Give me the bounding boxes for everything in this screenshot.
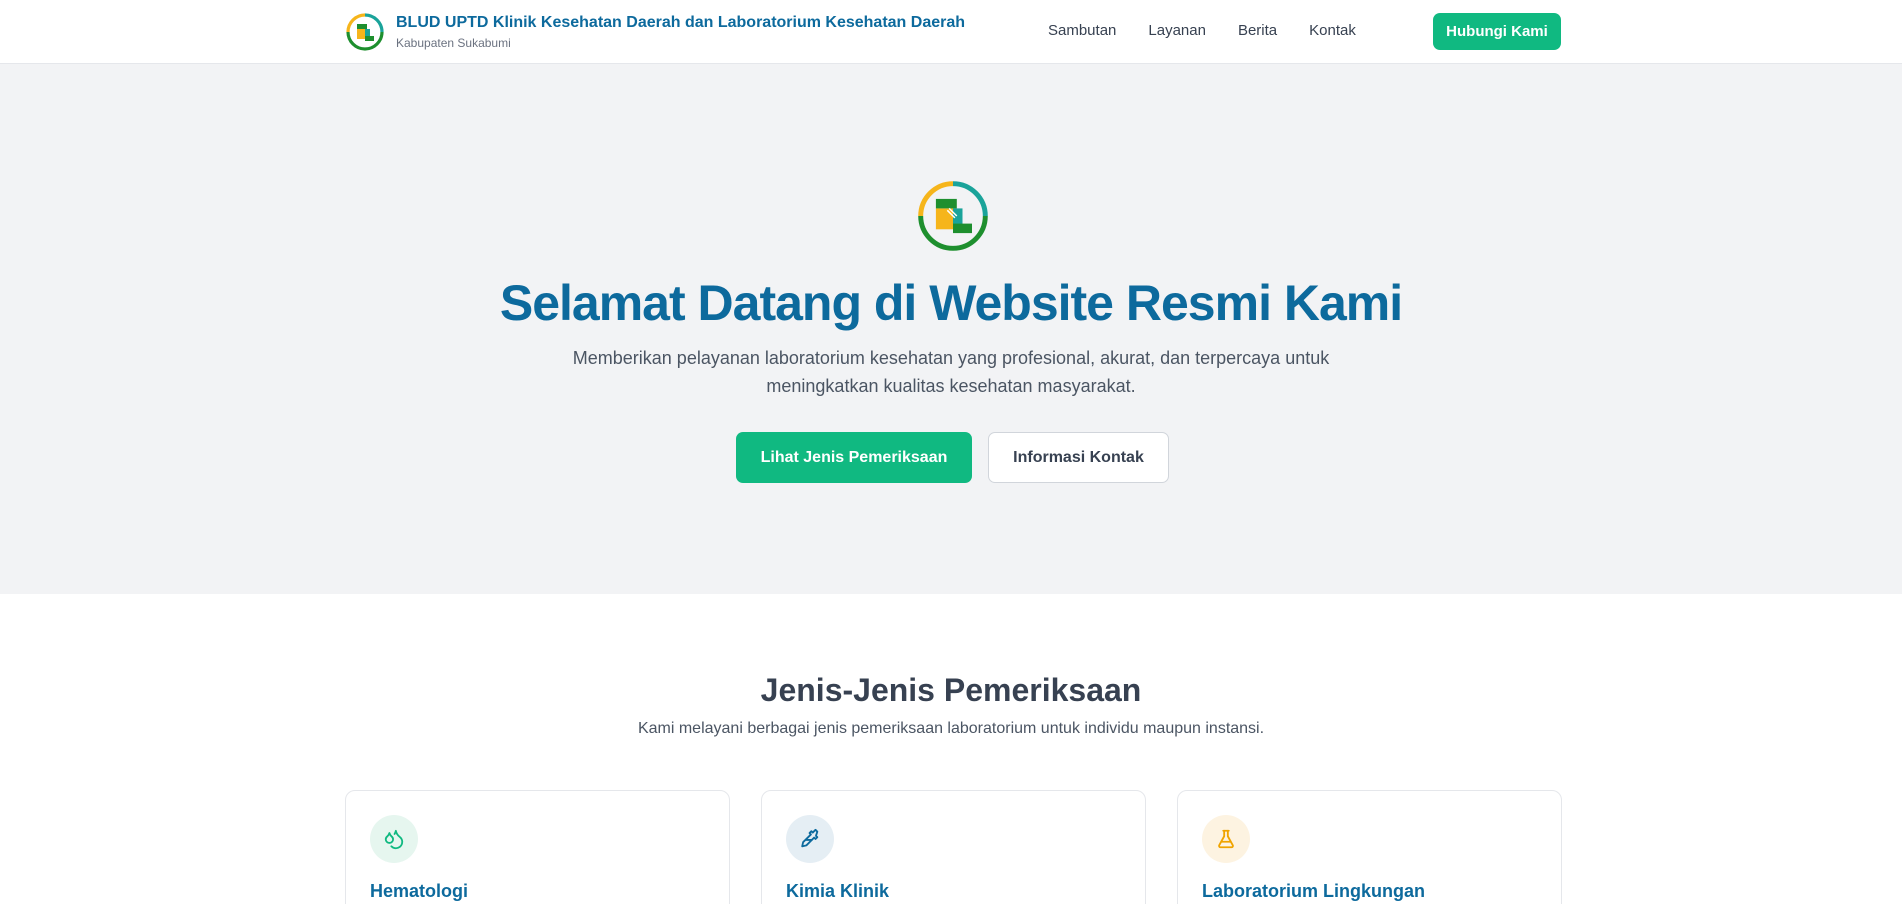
nav-link-layanan[interactable]: Layanan <box>1148 22 1206 39</box>
site-title[interactable]: BLUD UPTD Klinik Kesehatan Daerah dan La… <box>396 14 965 32</box>
contact-info-button[interactable]: Informasi Kontak <box>988 432 1169 483</box>
card-title: Kimia Klinik <box>786 881 890 901</box>
service-card-hematologi[interactable]: Hematologi <box>345 790 730 904</box>
pipette-icon <box>786 815 834 863</box>
droplets-icon <box>370 815 418 863</box>
view-examinations-button[interactable]: Lihat Jenis Pemeriksaan <box>736 432 972 483</box>
section-title: Jenis-Jenis Pemeriksaan <box>760 672 1142 708</box>
header-container: BLUD UPTD Klinik Kesehatan Daerah dan La… <box>345 0 1561 64</box>
clinic-logo-icon[interactable] <box>345 12 385 52</box>
hero-section: Selamat Datang di Website Resmi Kami Mem… <box>0 64 1902 594</box>
service-card-laboratorium-lingkungan[interactable]: Laboratorium Lingkungan <box>1177 790 1562 904</box>
hero-description: Memberikan pelayanan laboratorium keseha… <box>572 348 1330 396</box>
nav-link-sambutan[interactable]: Sambutan <box>1048 22 1116 39</box>
flask-icon <box>1202 815 1250 863</box>
hero-title: Selamat Datang di Website Resmi Kami <box>499 275 1403 331</box>
contact-us-button[interactable]: Hubungi Kami <box>1433 13 1561 50</box>
nav-link-kontak[interactable]: Kontak <box>1309 22 1356 39</box>
main-nav: Sambutan Layanan Berita Kontak <box>1048 22 1356 39</box>
site-subtitle: Kabupaten Sukabumi <box>396 36 511 50</box>
site-header: BLUD UPTD Klinik Kesehatan Daerah dan La… <box>0 0 1902 64</box>
hero-logo-icon <box>918 181 988 251</box>
service-card-kimia-klinik[interactable]: Kimia Klinik <box>761 790 1146 904</box>
nav-link-berita[interactable]: Berita <box>1238 22 1277 39</box>
card-title: Hematologi <box>370 881 469 901</box>
section-subtitle: Kami melayani berbagai jenis pemeriksaan… <box>637 720 1265 737</box>
card-title: Laboratorium Lingkungan <box>1202 881 1425 901</box>
